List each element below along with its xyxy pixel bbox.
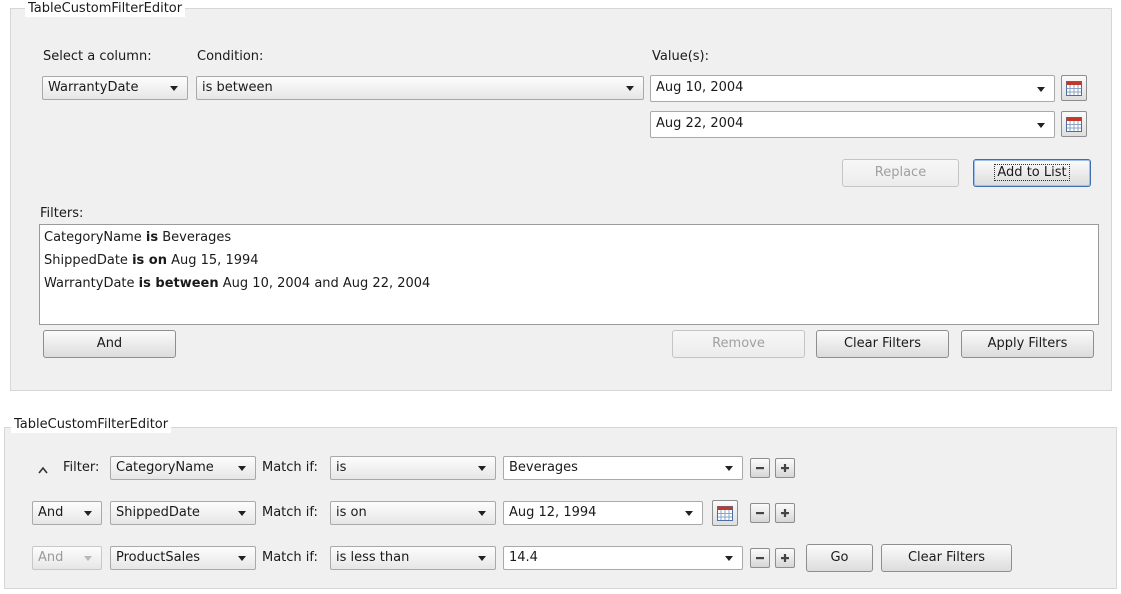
chevron-down-icon (238, 511, 246, 516)
row1-remove-button[interactable] (750, 458, 770, 478)
condition-label: Condition: (197, 49, 264, 64)
calendar-icon (1066, 81, 1082, 96)
top-editor-title: TableCustomFilterEditor (25, 1, 186, 17)
value2-text: Aug 22, 2004 (656, 116, 744, 131)
row2-add-button[interactable] (775, 503, 795, 523)
chevron-down-icon (725, 556, 733, 561)
row1-add-button[interactable] (775, 458, 795, 478)
list-item[interactable]: WarrantyDate is between Aug 10, 2004 and… (44, 276, 430, 292)
replace-button[interactable]: Replace (842, 159, 959, 187)
row1-condition-select[interactable]: is (330, 456, 496, 480)
row2-remove-button[interactable] (750, 503, 770, 523)
filters-list[interactable]: CategoryName is Beverages ShippedDate is… (39, 224, 1099, 325)
clear-filters-button[interactable]: Clear Filters (816, 330, 949, 358)
row3-match-label: Match if: (262, 550, 318, 565)
bottom-editor-title: TableCustomFilterEditor (11, 417, 172, 433)
value1-text: Aug 10, 2004 (656, 80, 744, 95)
select-column-label: Select a column: (43, 49, 152, 64)
chevron-down-icon (1037, 87, 1045, 92)
chevron-down-icon (685, 511, 693, 516)
row2-column-select[interactable]: ShippedDate (110, 501, 256, 525)
plus-icon (781, 509, 789, 517)
go-button[interactable]: Go (806, 544, 873, 572)
chevron-down-icon (84, 511, 92, 516)
chevron-down-icon (1037, 123, 1045, 128)
row3-remove-button[interactable] (750, 548, 770, 568)
row1-match-label: Match if: (262, 460, 318, 475)
condition-select-value: is between (202, 80, 273, 95)
chevron-down-icon (478, 466, 486, 471)
row3-logic-select[interactable]: And (32, 546, 102, 570)
condition-select[interactable]: is between (196, 76, 644, 100)
filters-label: Filters: (40, 206, 84, 221)
minus-icon (756, 557, 764, 560)
chevron-down-icon (238, 556, 246, 561)
list-item[interactable]: CategoryName is Beverages (44, 230, 231, 246)
row2-calendar-button[interactable] (712, 500, 738, 526)
value1-calendar-button[interactable] (1061, 75, 1087, 101)
minus-icon (756, 467, 764, 470)
and-button[interactable]: And (43, 330, 176, 358)
chevron-down-icon (478, 556, 486, 561)
filter-prefix-label: Filter: (63, 460, 100, 475)
chevron-down-icon (478, 511, 486, 516)
chevron-down-icon (84, 556, 92, 561)
row2-match-label: Match if: (262, 505, 318, 520)
calendar-icon (717, 506, 733, 521)
chevron-down-icon (170, 86, 178, 91)
plus-icon (781, 554, 789, 562)
column-select[interactable]: WarrantyDate (42, 76, 188, 100)
values-label: Value(s): (652, 49, 709, 64)
chevron-down-icon (725, 466, 733, 471)
plus-icon (781, 464, 789, 472)
row2-value-combo[interactable]: Aug 12, 1994 (503, 501, 703, 525)
row1-column-select[interactable]: CategoryName (110, 456, 256, 480)
row2-condition-select[interactable]: is on (330, 501, 496, 525)
chevron-down-icon (238, 466, 246, 471)
add-to-list-button[interactable]: Add to List (973, 159, 1091, 187)
remove-button[interactable]: Remove (672, 330, 805, 358)
value2-calendar-button[interactable] (1061, 111, 1087, 137)
column-select-value: WarrantyDate (48, 80, 139, 95)
list-item[interactable]: ShippedDate is on Aug 15, 1994 (44, 253, 259, 269)
row3-condition-select[interactable]: is less than (330, 546, 496, 570)
row3-value-combo[interactable]: 14.4 (503, 546, 743, 570)
chevron-down-icon (626, 86, 634, 91)
value2-date-combo[interactable]: Aug 22, 2004 (650, 111, 1055, 138)
row1-value-combo[interactable]: Beverages (503, 456, 743, 480)
collapse-button[interactable] (37, 464, 49, 474)
row2-logic-select[interactable]: And (32, 501, 102, 525)
row3-add-button[interactable] (775, 548, 795, 568)
apply-filters-button[interactable]: Apply Filters (961, 330, 1094, 358)
bottom-clear-filters-button[interactable]: Clear Filters (881, 544, 1012, 572)
value1-date-combo[interactable]: Aug 10, 2004 (650, 75, 1055, 102)
chevron-up-icon (38, 466, 48, 474)
calendar-icon (1066, 117, 1082, 132)
row3-column-select[interactable]: ProductSales (110, 546, 256, 570)
minus-icon (756, 512, 764, 515)
